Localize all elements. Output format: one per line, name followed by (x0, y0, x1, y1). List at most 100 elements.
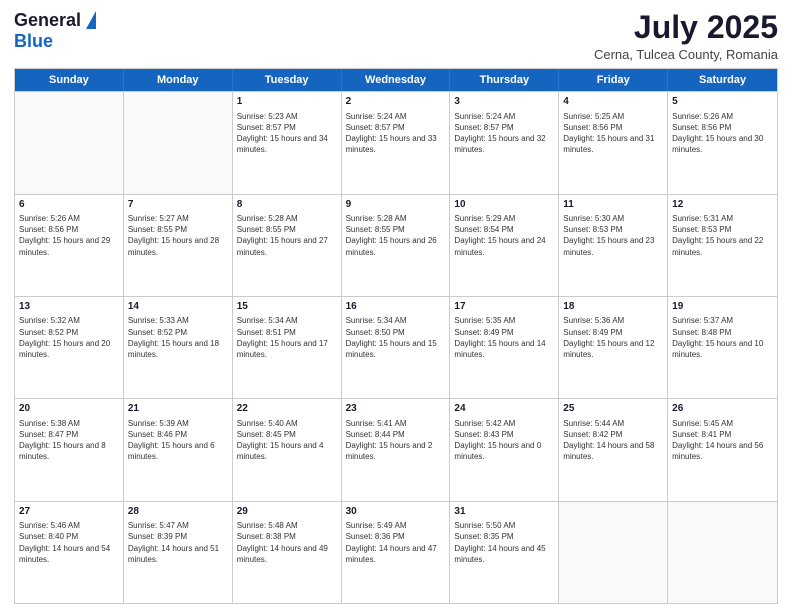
calendar-row: 20Sunrise: 5:38 AM Sunset: 8:47 PM Dayli… (15, 398, 777, 500)
calendar-cell: 9Sunrise: 5:28 AM Sunset: 8:55 PM Daylig… (342, 195, 451, 296)
day-number: 9 (346, 198, 446, 212)
day-number: 13 (19, 300, 119, 314)
cell-details: Sunrise: 5:27 AM Sunset: 8:55 PM Dayligh… (128, 213, 228, 258)
day-number: 29 (237, 505, 337, 519)
day-number: 1 (237, 95, 337, 109)
day-number: 5 (672, 95, 773, 109)
calendar-header-cell: Friday (559, 69, 668, 91)
calendar-row: 13Sunrise: 5:32 AM Sunset: 8:52 PM Dayli… (15, 296, 777, 398)
calendar-header-cell: Monday (124, 69, 233, 91)
day-number: 4 (563, 95, 663, 109)
calendar-cell: 8Sunrise: 5:28 AM Sunset: 8:55 PM Daylig… (233, 195, 342, 296)
calendar-header-cell: Wednesday (342, 69, 451, 91)
day-number: 22 (237, 402, 337, 416)
calendar-cell (15, 92, 124, 193)
calendar-cell: 20Sunrise: 5:38 AM Sunset: 8:47 PM Dayli… (15, 399, 124, 500)
calendar-cell: 6Sunrise: 5:26 AM Sunset: 8:56 PM Daylig… (15, 195, 124, 296)
title-block: July 2025 Cerna, Tulcea County, Romania (594, 10, 778, 62)
day-number: 11 (563, 198, 663, 212)
header: General Blue July 2025 Cerna, Tulcea Cou… (14, 10, 778, 62)
cell-details: Sunrise: 5:32 AM Sunset: 8:52 PM Dayligh… (19, 315, 119, 360)
calendar-cell: 12Sunrise: 5:31 AM Sunset: 8:53 PM Dayli… (668, 195, 777, 296)
calendar-cell: 27Sunrise: 5:46 AM Sunset: 8:40 PM Dayli… (15, 502, 124, 603)
subtitle: Cerna, Tulcea County, Romania (594, 47, 778, 62)
logo-general-text: General (14, 10, 81, 31)
calendar-cell: 5 Sunrise: 5:26 AM Sunset: 8:56 PM Daylig… (668, 92, 777, 193)
day-number: 2 (346, 95, 446, 109)
cell-details: Sunrise: 5:41 AM Sunset: 8:44 PM Dayligh… (346, 418, 446, 463)
calendar-cell: 25 Sunrise: 5:44 AM Sunset: 8:42 PM Dayli… (559, 399, 668, 500)
day-number: 27 (19, 505, 119, 519)
logo-triangle-icon (86, 11, 96, 29)
calendar-cell: 4 Sunrise: 5:25 AM Sunset: 8:56 PM Daylig… (559, 92, 668, 193)
cell-details: Sunrise: 5:25 AM Sunset: 8:56 PM Dayligh… (563, 111, 663, 156)
cell-details: Sunrise: 5:39 AM Sunset: 8:46 PM Dayligh… (128, 418, 228, 463)
logo: General Blue (14, 10, 96, 52)
day-number: 6 (19, 198, 119, 212)
calendar-cell: 26Sunrise: 5:45 AM Sunset: 8:41 PM Dayli… (668, 399, 777, 500)
cell-details: Sunrise: 5:33 AM Sunset: 8:52 PM Dayligh… (128, 315, 228, 360)
cell-details: Sunrise: 5:28 AM Sunset: 8:55 PM Dayligh… (346, 213, 446, 258)
calendar-cell: 1 Sunrise: 5:23 AM Sunset: 8:57 PM Daylig… (233, 92, 342, 193)
day-number: 31 (454, 505, 554, 519)
cell-details: Sunrise: 5:23 AM Sunset: 8:57 PM Dayligh… (237, 111, 337, 156)
cell-details: Sunrise: 5:28 AM Sunset: 8:55 PM Dayligh… (237, 213, 337, 258)
calendar-cell: 11Sunrise: 5:30 AM Sunset: 8:53 PM Dayli… (559, 195, 668, 296)
calendar-cell: 10Sunrise: 5:29 AM Sunset: 8:54 PM Dayli… (450, 195, 559, 296)
day-number: 16 (346, 300, 446, 314)
calendar-header-cell: Sunday (15, 69, 124, 91)
cell-details: Sunrise: 5:26 AM Sunset: 8:56 PM Dayligh… (19, 213, 119, 258)
calendar: SundayMondayTuesdayWednesdayThursdayFrid… (14, 68, 778, 604)
day-number: 30 (346, 505, 446, 519)
calendar-cell: 22 Sunrise: 5:40 AM Sunset: 8:45 PM Dayli… (233, 399, 342, 500)
day-number: 8 (237, 198, 337, 212)
calendar-cell (559, 502, 668, 603)
cell-details: Sunrise: 5:49 AM Sunset: 8:36 PM Dayligh… (346, 520, 446, 565)
day-number: 25 (563, 402, 663, 416)
calendar-cell: 3Sunrise: 5:24 AM Sunset: 8:57 PM Daylig… (450, 92, 559, 193)
calendar-row: 6Sunrise: 5:26 AM Sunset: 8:56 PM Daylig… (15, 194, 777, 296)
calendar-cell (668, 502, 777, 603)
calendar-cell: 19Sunrise: 5:37 AM Sunset: 8:48 PM Dayli… (668, 297, 777, 398)
calendar-header-cell: Tuesday (233, 69, 342, 91)
calendar-cell: 7Sunrise: 5:27 AM Sunset: 8:55 PM Daylig… (124, 195, 233, 296)
calendar-cell: 13Sunrise: 5:32 AM Sunset: 8:52 PM Dayli… (15, 297, 124, 398)
calendar-cell: 2 Sunrise: 5:24 AM Sunset: 8:57 PM Daylig… (342, 92, 451, 193)
day-number: 12 (672, 198, 773, 212)
calendar-cell (124, 92, 233, 193)
calendar-cell: 17Sunrise: 5:35 AM Sunset: 8:49 PM Dayli… (450, 297, 559, 398)
cell-details: Sunrise: 5:46 AM Sunset: 8:40 PM Dayligh… (19, 520, 119, 565)
day-number: 14 (128, 300, 228, 314)
cell-details: Sunrise: 5:31 AM Sunset: 8:53 PM Dayligh… (672, 213, 773, 258)
cell-details: Sunrise: 5:38 AM Sunset: 8:47 PM Dayligh… (19, 418, 119, 463)
day-number: 17 (454, 300, 554, 314)
logo-blue-text: Blue (14, 31, 53, 52)
cell-details: Sunrise: 5:24 AM Sunset: 8:57 PM Dayligh… (346, 111, 446, 156)
calendar-cell: 16Sunrise: 5:34 AM Sunset: 8:50 PM Dayli… (342, 297, 451, 398)
day-number: 10 (454, 198, 554, 212)
cell-details: Sunrise: 5:35 AM Sunset: 8:49 PM Dayligh… (454, 315, 554, 360)
calendar-cell: 14Sunrise: 5:33 AM Sunset: 8:52 PM Dayli… (124, 297, 233, 398)
cell-details: Sunrise: 5:44 AM Sunset: 8:42 PM Dayligh… (563, 418, 663, 463)
cell-details: Sunrise: 5:26 AM Sunset: 8:56 PM Dayligh… (672, 111, 773, 156)
cell-details: Sunrise: 5:34 AM Sunset: 8:50 PM Dayligh… (346, 315, 446, 360)
calendar-cell: 24Sunrise: 5:42 AM Sunset: 8:43 PM Dayli… (450, 399, 559, 500)
day-number: 26 (672, 402, 773, 416)
calendar-cell: 15Sunrise: 5:34 AM Sunset: 8:51 PM Dayli… (233, 297, 342, 398)
calendar-cell: 31Sunrise: 5:50 AM Sunset: 8:35 PM Dayli… (450, 502, 559, 603)
cell-details: Sunrise: 5:50 AM Sunset: 8:35 PM Dayligh… (454, 520, 554, 565)
day-number: 21 (128, 402, 228, 416)
calendar-cell: 30Sunrise: 5:49 AM Sunset: 8:36 PM Dayli… (342, 502, 451, 603)
cell-details: Sunrise: 5:40 AM Sunset: 8:45 PM Dayligh… (237, 418, 337, 463)
calendar-cell: 18Sunrise: 5:36 AM Sunset: 8:49 PM Dayli… (559, 297, 668, 398)
cell-details: Sunrise: 5:42 AM Sunset: 8:43 PM Dayligh… (454, 418, 554, 463)
cell-details: Sunrise: 5:29 AM Sunset: 8:54 PM Dayligh… (454, 213, 554, 258)
calendar-header-cell: Thursday (450, 69, 559, 91)
day-number: 18 (563, 300, 663, 314)
main-title: July 2025 (594, 10, 778, 45)
day-number: 7 (128, 198, 228, 212)
calendar-cell: 28Sunrise: 5:47 AM Sunset: 8:39 PM Dayli… (124, 502, 233, 603)
cell-details: Sunrise: 5:48 AM Sunset: 8:38 PM Dayligh… (237, 520, 337, 565)
calendar-cell: 23Sunrise: 5:41 AM Sunset: 8:44 PM Dayli… (342, 399, 451, 500)
calendar-cell: 21 Sunrise: 5:39 AM Sunset: 8:46 PM Dayli… (124, 399, 233, 500)
